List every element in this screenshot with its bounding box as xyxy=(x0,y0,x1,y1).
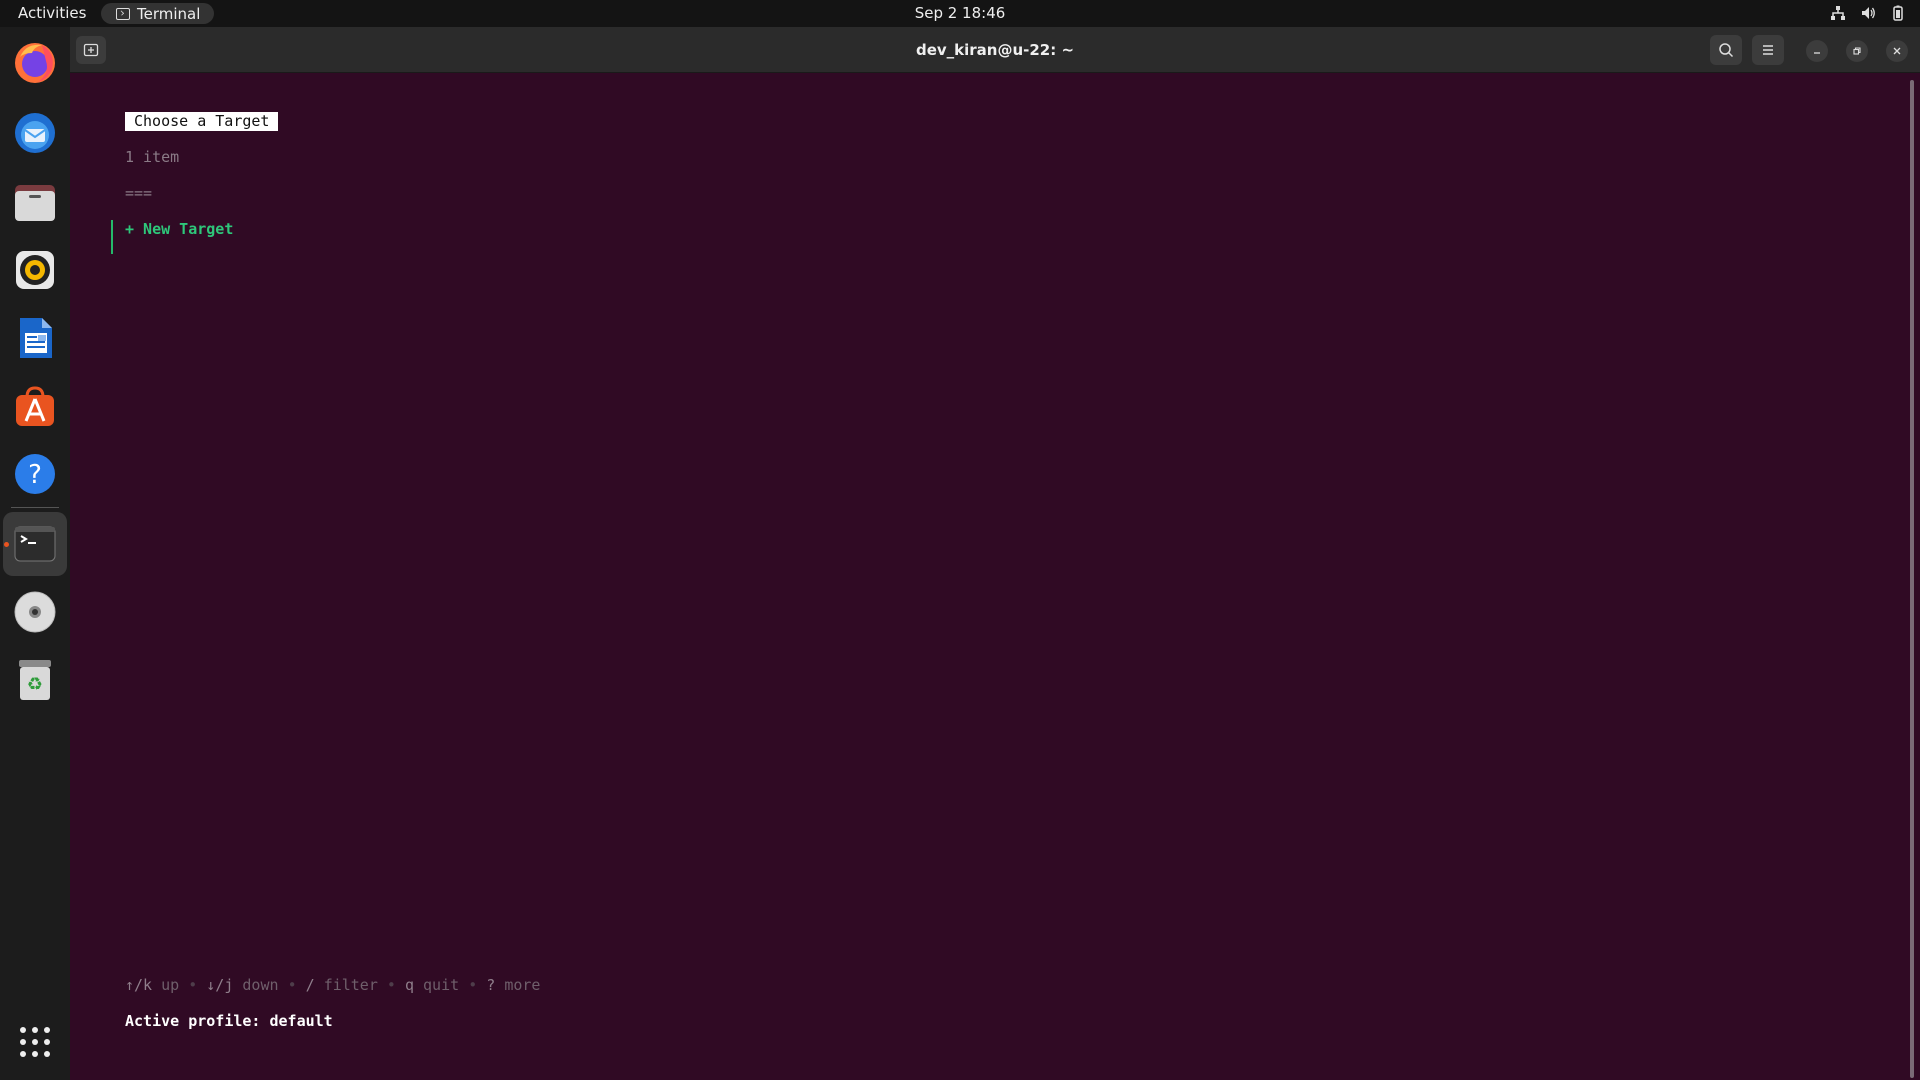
help-up-label: up xyxy=(161,976,180,994)
help-separator: • xyxy=(188,976,198,994)
item-count: 1 item xyxy=(125,148,180,166)
apps-grid-icon xyxy=(20,1027,50,1057)
help-more-key: ? xyxy=(486,976,496,994)
list-divider: === xyxy=(125,184,153,202)
dock-terminal[interactable] xyxy=(10,519,60,569)
running-indicator xyxy=(4,542,9,547)
terminal-window: dev_kiran@u-22: ~ Choose a Target 1 item… xyxy=(70,27,1920,1080)
minimize-button[interactable] xyxy=(1806,40,1828,62)
writer-icon xyxy=(20,318,52,358)
svg-text:?: ? xyxy=(28,460,42,490)
dock-separator xyxy=(11,507,59,508)
dock-thunderbird[interactable] xyxy=(10,107,60,157)
maximize-button[interactable] xyxy=(1846,40,1868,62)
app-center-icon xyxy=(16,386,54,426)
thunderbird-icon xyxy=(15,113,55,153)
hamburger-icon xyxy=(1763,45,1773,55)
minimize-icon xyxy=(1814,52,1820,54)
dock-files[interactable] xyxy=(10,177,60,227)
dock: ? ♻ xyxy=(0,27,70,1080)
system-tray[interactable] xyxy=(1830,5,1906,21)
help-bar: ↑/k up • ↓/j down • / filter • q quit • … xyxy=(125,976,540,994)
svg-text:♻: ♻ xyxy=(27,674,43,695)
clock[interactable]: Sep 2 18:46 xyxy=(915,4,1006,22)
terminal-content[interactable]: Choose a Target 1 item === + New Target … xyxy=(70,74,1920,1080)
help-quit-label: quit xyxy=(423,976,460,994)
list-item-new-target[interactable]: + New Target xyxy=(125,220,233,238)
help-down-label: down xyxy=(242,976,279,994)
dock-help[interactable]: ? xyxy=(10,449,60,499)
trash-icon: ♻ xyxy=(19,660,51,700)
dock-firefox[interactable] xyxy=(10,37,60,87)
network-icon[interactable] xyxy=(1830,5,1846,21)
files-icon xyxy=(15,185,55,221)
terminal-scrollbar[interactable] xyxy=(1910,80,1914,1078)
dock-rhythmbox[interactable] xyxy=(10,245,60,295)
volume-icon[interactable] xyxy=(1860,5,1876,21)
help-icon: ? xyxy=(15,454,55,494)
dock-show-apps[interactable] xyxy=(10,1017,60,1067)
window-titlebar[interactable]: dev_kiran@u-22: ~ xyxy=(70,27,1920,73)
disc-icon xyxy=(14,591,56,633)
help-down-key: ↓/j xyxy=(206,976,234,994)
help-separator: • xyxy=(287,976,297,994)
dock-app-center[interactable] xyxy=(10,381,60,431)
menu-button[interactable] xyxy=(1752,35,1784,65)
dock-writer[interactable] xyxy=(10,313,60,363)
search-icon xyxy=(1719,43,1734,58)
help-separator: • xyxy=(468,976,478,994)
battery-icon[interactable] xyxy=(1890,5,1906,21)
terminal-icon xyxy=(14,526,56,562)
close-icon xyxy=(1893,47,1901,55)
top-bar: Activities Terminal Sep 2 18:46 xyxy=(0,0,1920,27)
help-up-key: ↑/k xyxy=(125,976,153,994)
window-title: dev_kiran@u-22: ~ xyxy=(915,41,1075,59)
help-separator: • xyxy=(386,976,396,994)
list-title: Choose a Target xyxy=(125,112,279,131)
help-filter-key: / xyxy=(305,976,315,994)
selection-indicator xyxy=(111,220,113,254)
search-button[interactable] xyxy=(1710,35,1742,65)
dock-disc[interactable] xyxy=(10,587,60,637)
restore-icon xyxy=(1853,47,1861,55)
help-more-label: more xyxy=(504,976,541,994)
help-quit-key: q xyxy=(404,976,414,994)
dock-trash[interactable]: ♻ xyxy=(10,655,60,705)
firefox-icon xyxy=(15,43,55,83)
active-profile-status: Active profile: default xyxy=(125,1012,333,1030)
help-filter-label: filter xyxy=(323,976,378,994)
rhythmbox-icon xyxy=(16,251,54,289)
close-button[interactable] xyxy=(1886,40,1908,62)
